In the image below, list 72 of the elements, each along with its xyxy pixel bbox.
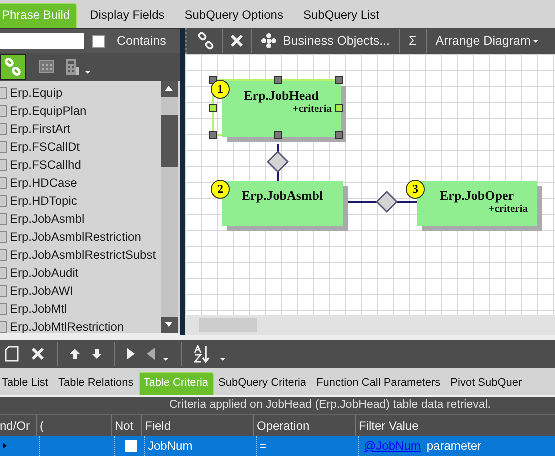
link-button[interactable]	[0, 54, 26, 80]
resize-handle[interactable]	[274, 76, 282, 84]
search-field[interactable]	[0, 33, 84, 49]
new-page-icon[interactable]	[5, 346, 19, 362]
connector-line	[277, 144, 279, 183]
row-pointer-icon	[3, 443, 7, 449]
node-title: Erp.JobAsmbl	[242, 188, 324, 204]
resize-handle[interactable]	[274, 131, 282, 139]
horizontal-scrollbar[interactable]	[185, 315, 555, 335]
node-title: Erp.JobOper	[440, 188, 514, 204]
table-list-item[interactable]: Erp.JobAudit	[0, 264, 161, 282]
table-list-item[interactable]: Erp.JobAsmblRestriction	[0, 228, 161, 246]
table-list-item[interactable]: Erp.FirstArt	[0, 120, 161, 138]
node-title: Erp.JobHead	[244, 88, 319, 104]
criteria-row[interactable]: JobNum = @JobNum parameter	[0, 436, 555, 456]
filter-value-text: parameter	[426, 439, 482, 453]
resize-handle[interactable]	[209, 104, 217, 112]
table-list-item[interactable]: Erp.EquipPlan	[0, 102, 161, 120]
node-number-badge: 2	[211, 180, 230, 199]
nodes-icon	[261, 33, 277, 49]
table-list-item[interactable]: Erp.HDCase	[0, 174, 161, 192]
calculator-icon[interactable]	[64, 58, 80, 76]
table-list-item[interactable]: Erp.Equip	[0, 84, 161, 102]
operation-cell: =	[260, 439, 268, 453]
caret-icon[interactable]	[85, 71, 91, 74]
top-tab[interactable]: SubQuery List	[296, 3, 387, 28]
criteria-tab[interactable]: Pivot SubQuer	[446, 372, 528, 395]
not-checkbox[interactable]	[125, 440, 137, 452]
contains-label: Contains	[117, 34, 166, 48]
resize-handle[interactable]	[335, 76, 343, 84]
chain-link-icon[interactable]	[197, 32, 215, 50]
field-cell: JobNum	[148, 439, 193, 453]
table-node[interactable]: 1 Erp.JobHead +criteria	[209, 76, 347, 143]
down-arrow-icon[interactable]	[92, 349, 102, 359]
top-tab[interactable]: Display Fields	[83, 3, 172, 28]
caret-icon[interactable]	[220, 358, 226, 361]
resize-handle[interactable]	[335, 131, 343, 139]
top-tab[interactable]: SubQuery Options	[178, 3, 290, 28]
table-list-item[interactable]: Erp.JobMtl	[0, 300, 161, 318]
sort-icon[interactable]	[194, 345, 212, 363]
criteria-label: +criteria	[292, 104, 332, 115]
table-list-item[interactable]: Erp.FSCallDt	[0, 138, 161, 156]
close-icon[interactable]	[230, 34, 244, 48]
arrange-diagram-button[interactable]: Arrange Diagram	[434, 34, 541, 48]
criteria-caption: Criteria applied on JobHead (Erp.JobHead) table data retrieval.	[0, 397, 555, 414]
right-triangle-icon[interactable]	[127, 348, 135, 360]
table-list-item[interactable]: Erp.FSCallhd	[0, 156, 161, 174]
sum-button[interactable]: Σ	[407, 34, 419, 48]
calendar-icon[interactable]	[39, 60, 55, 74]
table-list-item[interactable]: Erp.JobAWI	[0, 282, 161, 300]
criteria-tab[interactable]: Table List	[0, 372, 54, 395]
resize-handle[interactable]	[209, 76, 217, 84]
table-list-item[interactable]: Erp.JobAsmbl	[0, 210, 161, 228]
caret-icon[interactable]	[163, 358, 169, 361]
table-list-item[interactable]: Erp.JobAsmblRestrictSubst	[0, 246, 161, 264]
contains-checkbox[interactable]	[92, 34, 105, 48]
table-node[interactable]: 2 Erp.JobAsmbl	[209, 176, 349, 232]
vertical-scrollbar[interactable]	[161, 81, 178, 333]
table-list-item[interactable]: Erp.HDTopic	[0, 192, 161, 210]
relation-diamond-icon[interactable]	[376, 190, 398, 214]
business-objects-button[interactable]: Business Objects...	[259, 33, 392, 49]
resize-handle[interactable]	[209, 131, 217, 139]
criteria-label: +criteria	[488, 204, 528, 215]
criteria-tab[interactable]: SubQuery Criteria	[214, 372, 312, 395]
table-node[interactable]: 3 Erp.JobOper +criteria	[404, 176, 543, 232]
left-triangle-icon[interactable]	[147, 348, 155, 360]
relation-diamond-icon[interactable]	[266, 150, 290, 174]
close-icon[interactable]	[31, 347, 45, 361]
criteria-tab[interactable]: Function Call Parameters	[312, 372, 446, 395]
up-arrow-icon[interactable]	[70, 349, 80, 359]
node-number-badge: 3	[406, 180, 425, 199]
criteria-tab[interactable]: Table Relations	[53, 372, 139, 395]
